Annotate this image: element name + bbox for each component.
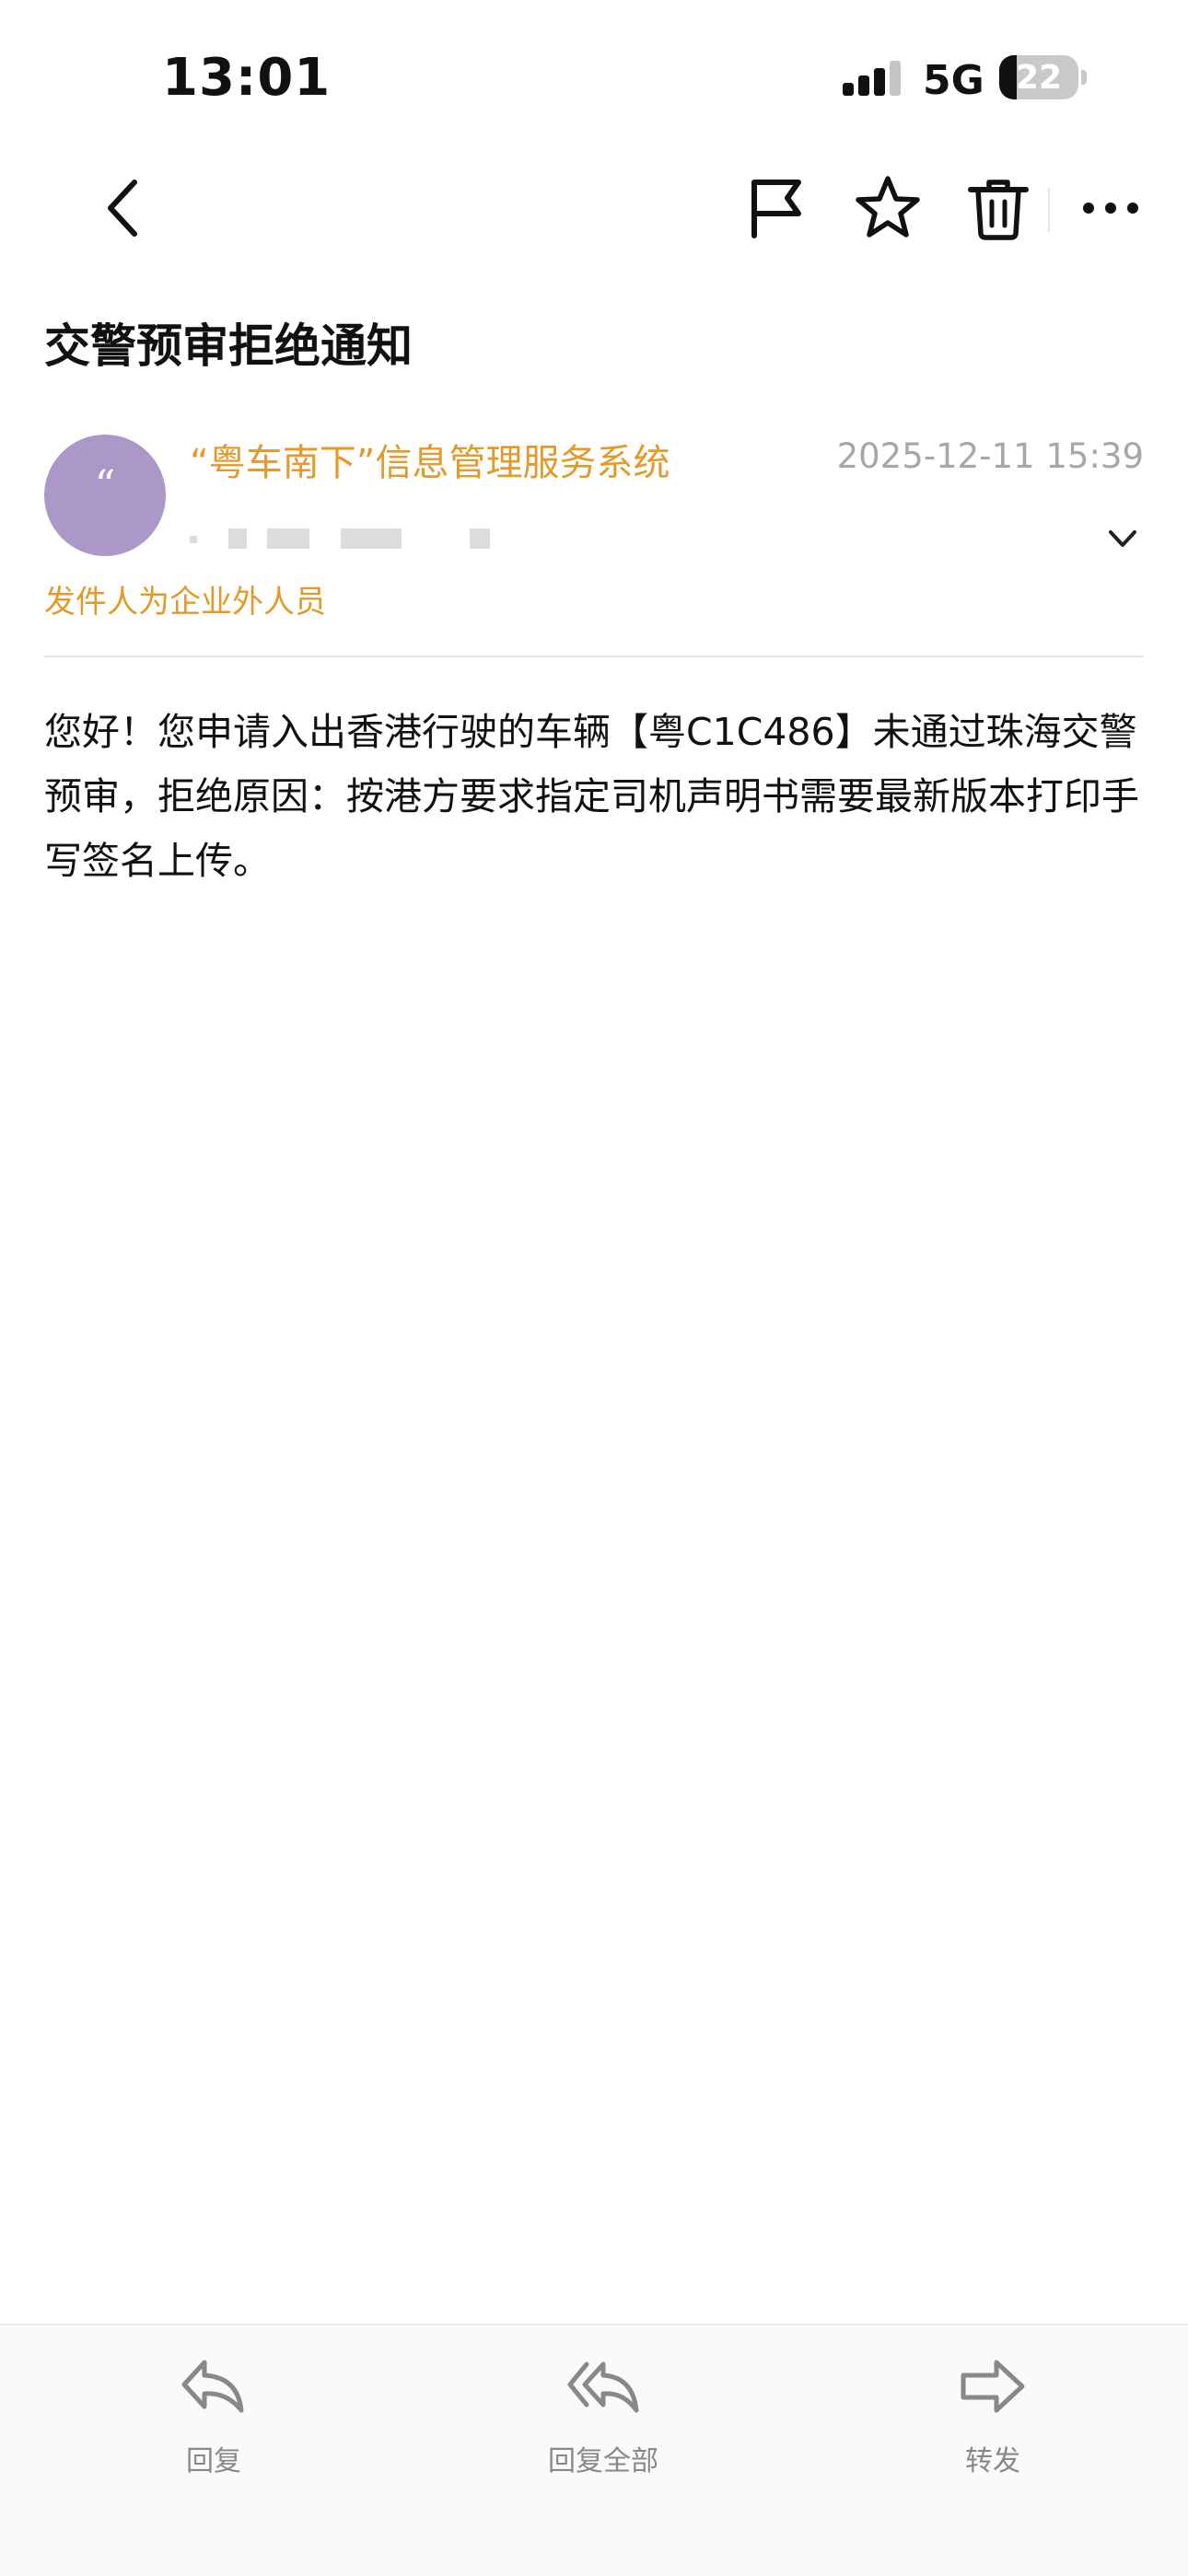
reply-button[interactable]: 回复 bbox=[103, 2350, 324, 2506]
star-button[interactable] bbox=[851, 171, 925, 245]
reply-all-icon bbox=[567, 2361, 639, 2413]
bottom-action-bar: 回复 回复全部 转发 bbox=[0, 2324, 1188, 2576]
avatar-initial: “ bbox=[94, 462, 116, 509]
delete-button[interactable] bbox=[961, 171, 1035, 245]
more-button[interactable] bbox=[1074, 171, 1147, 245]
external-sender-notice: 发件人为企业外人员 bbox=[44, 584, 326, 621]
chevron-down-icon[interactable] bbox=[1101, 523, 1144, 556]
status-time: 13:01 bbox=[162, 48, 332, 108]
email-body: 您好！您申请入出香港行驶的车辆【粤C1C486】未通过珠海交警预审，拒绝原因：按… bbox=[44, 710, 1139, 883]
network-type: 5G bbox=[923, 57, 984, 104]
more-horizontal-icon bbox=[1083, 203, 1138, 214]
header-divider bbox=[44, 656, 1144, 657]
status-bar: 13:01 5G 22 bbox=[0, 0, 1188, 157]
sender-name[interactable]: “粤车南下”信息管理服务系统 bbox=[190, 433, 670, 486]
star-icon bbox=[856, 176, 920, 238]
sender-avatar[interactable]: “ bbox=[44, 435, 166, 556]
reply-all-label: 回复全部 bbox=[548, 2445, 658, 2477]
toolbar-divider bbox=[1048, 188, 1050, 232]
email-date: 2025-12-11 15:39 bbox=[836, 436, 1144, 476]
reply-icon bbox=[181, 2360, 244, 2413]
forward-icon bbox=[961, 2360, 1025, 2413]
chevron-left-icon bbox=[108, 180, 137, 237]
trash-icon bbox=[968, 180, 1029, 240]
cellular-signal-icon bbox=[843, 61, 901, 96]
forward-button[interactable]: 转发 bbox=[882, 2350, 1103, 2506]
forward-label: 转发 bbox=[965, 2445, 1020, 2477]
flag-icon bbox=[751, 180, 801, 238]
battery-icon: 22 bbox=[999, 55, 1078, 99]
redacted-recipient bbox=[190, 528, 503, 551]
reply-label: 回复 bbox=[186, 2445, 241, 2477]
battery-cap bbox=[1081, 70, 1087, 85]
flag-button[interactable] bbox=[740, 171, 813, 245]
back-button[interactable] bbox=[88, 171, 162, 245]
email-subject: 交警预审拒绝通知 bbox=[44, 319, 413, 373]
reply-all-button[interactable]: 回复全部 bbox=[493, 2350, 714, 2506]
battery-percentage: 22 bbox=[1015, 59, 1063, 97]
